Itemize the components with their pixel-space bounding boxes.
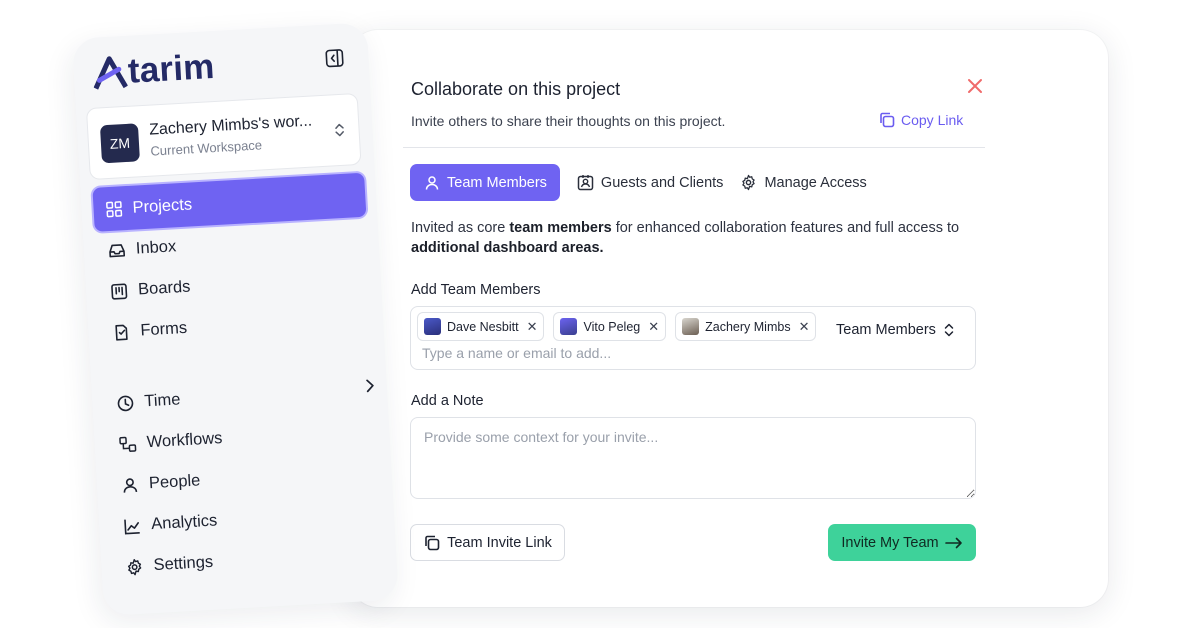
chevron-updown-icon bbox=[335, 123, 344, 137]
tab-manage-access[interactable]: Manage Access bbox=[740, 164, 867, 201]
sidebar-item-label: Projects bbox=[132, 194, 193, 217]
gear-icon bbox=[127, 558, 142, 575]
remove-icon[interactable]: ✕ bbox=[648, 319, 659, 335]
workspace-name: Zachery Mimbs's wor... bbox=[148, 112, 313, 139]
sidebar: tarim ZM Zachery Mimbs's wor... Current … bbox=[72, 22, 399, 616]
sidebar-item-boards[interactable]: Boards bbox=[110, 278, 191, 301]
close-icon[interactable] bbox=[966, 77, 984, 95]
chevron-updown-icon bbox=[944, 323, 954, 337]
avatar bbox=[424, 318, 441, 335]
arrow-right-icon bbox=[944, 537, 962, 548]
invite-my-team-button[interactable]: Invite My Team bbox=[828, 524, 976, 561]
add-members-label: Add Team Members bbox=[411, 282, 541, 298]
workspace-switcher[interactable]: ZM Zachery Mimbs's wor... Current Worksp… bbox=[85, 92, 362, 181]
sidebar-item-label: Inbox bbox=[135, 237, 177, 258]
dialog-subtitle: Invite others to share their thoughts on… bbox=[411, 113, 726, 129]
team-invite-link-button[interactable]: Team Invite Link bbox=[410, 524, 565, 561]
sidebar-item-label: Settings bbox=[153, 552, 214, 575]
sidebar-item-label: Workflows bbox=[146, 429, 223, 452]
workspace-avatar: ZM bbox=[99, 123, 140, 164]
gear-icon bbox=[742, 174, 756, 191]
clock-icon bbox=[117, 395, 134, 411]
sidebar-item-workflows[interactable]: Workflows bbox=[118, 429, 223, 454]
person-icon bbox=[425, 175, 439, 190]
tab-team-members[interactable]: Team Members bbox=[410, 164, 560, 201]
copy-icon bbox=[880, 112, 895, 128]
member-name: Vito Peleg bbox=[583, 319, 641, 334]
contact-card-icon bbox=[577, 175, 594, 191]
avatar bbox=[682, 318, 700, 335]
dialog-title: Collaborate on this project bbox=[411, 79, 621, 99]
collapse-sidebar-icon[interactable] bbox=[324, 48, 345, 69]
workspace-subtitle: Current Workspace bbox=[150, 137, 263, 159]
member-name: Dave Nesbitt bbox=[447, 319, 519, 334]
collaborate-dialog: Collaborate on this project Invite other… bbox=[350, 30, 1108, 607]
chevron-right-icon[interactable] bbox=[364, 378, 375, 393]
sidebar-item-time[interactable]: Time bbox=[116, 390, 181, 413]
chart-icon bbox=[124, 519, 140, 534]
note-label: Add a Note bbox=[411, 393, 484, 409]
copy-icon bbox=[425, 535, 440, 550]
grid-icon bbox=[106, 200, 123, 217]
sidebar-item-label: Forms bbox=[139, 318, 188, 340]
sidebar-item-analytics[interactable]: Analytics bbox=[123, 511, 218, 535]
members-field[interactable]: Dave Nesbitt ✕ Vito Peleg ✕ Zachery Mimb… bbox=[410, 306, 976, 370]
tab-guests-clients[interactable]: Guests and Clients bbox=[577, 164, 724, 201]
divider bbox=[403, 147, 985, 148]
team-invite-link-label: Team Invite Link bbox=[447, 534, 552, 551]
remove-icon[interactable]: ✕ bbox=[799, 319, 810, 335]
remove-icon[interactable]: ✕ bbox=[527, 319, 538, 335]
form-icon bbox=[115, 324, 128, 341]
member-search-input[interactable] bbox=[422, 345, 802, 361]
person-icon bbox=[123, 477, 138, 493]
member-chip: Zachery Mimbs ✕ bbox=[675, 312, 817, 341]
sidebar-item-people[interactable]: People bbox=[121, 471, 201, 494]
sidebar-item-label: Boards bbox=[137, 277, 191, 299]
invite-button-label: Invite My Team bbox=[841, 534, 939, 551]
role-select-value: Team Members bbox=[836, 322, 936, 338]
member-chip: Vito Peleg ✕ bbox=[553, 312, 667, 341]
board-icon bbox=[111, 283, 128, 300]
sidebar-item-label: Analytics bbox=[150, 511, 218, 534]
copy-link-button[interactable]: Copy Link bbox=[878, 111, 963, 129]
workflow-icon bbox=[119, 436, 137, 452]
note-textarea[interactable] bbox=[410, 417, 976, 499]
logo-text: tarim bbox=[126, 46, 216, 91]
sidebar-item-inbox[interactable]: Inbox bbox=[107, 237, 177, 260]
tab-description: Invited as core team members for enhance… bbox=[411, 220, 960, 256]
sidebar-item-projects[interactable]: Projects bbox=[92, 172, 367, 232]
sidebar-item-label: Time bbox=[143, 390, 181, 411]
sidebar-item-forms[interactable]: Forms bbox=[112, 319, 188, 342]
sidebar-item-label: People bbox=[148, 471, 201, 493]
avatar bbox=[560, 318, 578, 335]
member-chip: Dave Nesbitt ✕ bbox=[417, 312, 545, 341]
logo-mark-icon bbox=[93, 56, 128, 90]
sidebar-item-settings[interactable]: Settings bbox=[125, 553, 214, 577]
copy-link-label: Copy Link bbox=[901, 112, 964, 128]
role-select[interactable]: Team Members bbox=[836, 322, 954, 338]
atarim-logo: tarim bbox=[92, 47, 216, 94]
tab-label: Guests and Clients bbox=[600, 174, 724, 191]
member-name: Zachery Mimbs bbox=[705, 319, 791, 334]
tab-label: Manage Access bbox=[764, 174, 867, 191]
inbox-icon bbox=[109, 243, 126, 257]
tab-bar: Team Members Guests and Clients Manage A… bbox=[410, 164, 867, 201]
tab-label: Team Members bbox=[447, 174, 547, 191]
